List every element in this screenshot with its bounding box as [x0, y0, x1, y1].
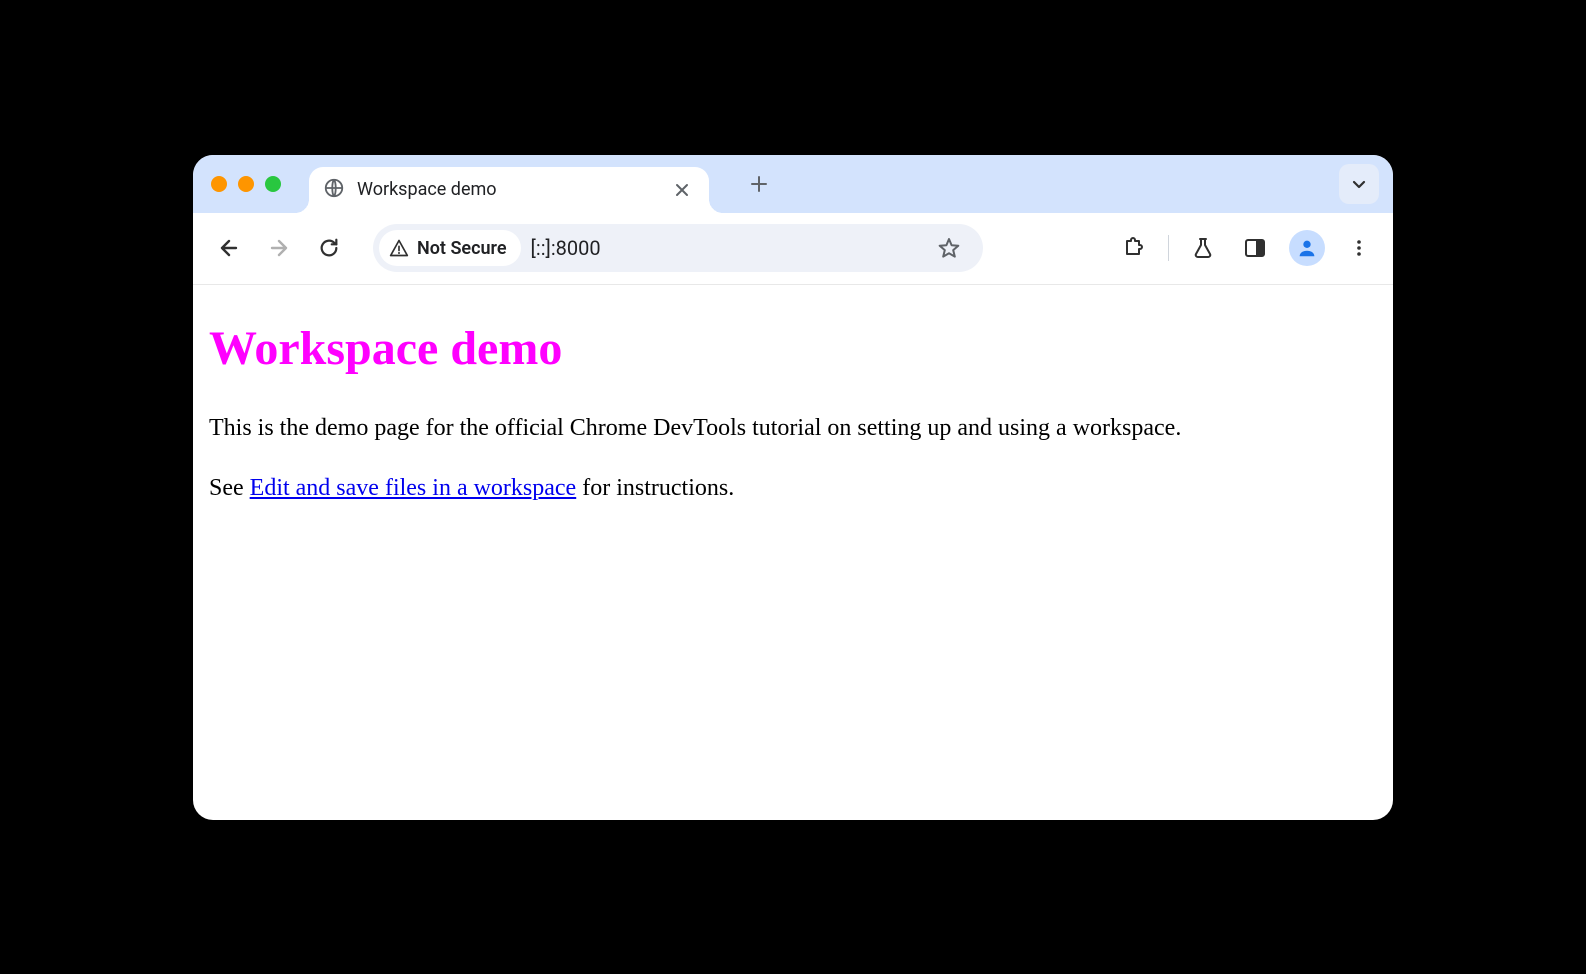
extensions-button[interactable]: [1116, 230, 1152, 266]
chevron-down-icon: [1350, 175, 1368, 193]
address-bar[interactable]: Not Secure [::]:8000: [373, 224, 983, 272]
window-maximize-button[interactable]: [265, 176, 281, 192]
tab-strip: Workspace demo: [193, 155, 1393, 213]
bookmark-button[interactable]: [933, 232, 965, 264]
new-tab-button[interactable]: [741, 166, 777, 202]
url-text: [::]:8000: [531, 236, 601, 260]
close-icon: [674, 182, 690, 198]
instructions-paragraph: See Edit and save files in a workspace f…: [209, 472, 1377, 504]
tab-title: Workspace demo: [357, 179, 659, 200]
star-icon: [937, 236, 961, 260]
reload-button[interactable]: [309, 228, 349, 268]
labs-button[interactable]: [1185, 230, 1221, 266]
tab-search-button[interactable]: [1339, 164, 1379, 204]
side-panel-button[interactable]: [1237, 230, 1273, 266]
puzzle-icon: [1122, 236, 1146, 260]
page-content: Workspace demo This is the demo page for…: [193, 285, 1393, 820]
panel-icon: [1243, 236, 1267, 260]
toolbar: Not Secure [::]:8000: [193, 213, 1393, 285]
text-before-link: See: [209, 475, 250, 501]
toolbar-separator: [1168, 235, 1169, 261]
close-tab-button[interactable]: [671, 179, 693, 201]
intro-paragraph: This is the demo page for the official C…: [209, 412, 1377, 444]
profile-button[interactable]: [1289, 230, 1325, 266]
browser-tab[interactable]: Workspace demo: [309, 167, 709, 213]
arrow-left-icon: [217, 236, 241, 260]
person-icon: [1296, 237, 1318, 259]
plus-icon: [750, 175, 768, 193]
globe-icon: [323, 177, 345, 203]
kebab-icon: [1349, 238, 1369, 258]
forward-button[interactable]: [259, 228, 299, 268]
security-chip[interactable]: Not Secure: [379, 230, 521, 266]
arrow-right-icon: [267, 236, 291, 260]
tutorial-link[interactable]: Edit and save files in a workspace: [250, 475, 577, 501]
window-close-button[interactable]: [211, 176, 227, 192]
toolbar-actions: [1116, 230, 1377, 266]
back-button[interactable]: [209, 228, 249, 268]
window-controls: [211, 176, 281, 192]
browser-window: Workspace demo Not Secure [::]:8000: [193, 155, 1393, 820]
page-heading: Workspace demo: [209, 321, 1377, 376]
security-label: Not Secure: [417, 238, 507, 259]
menu-button[interactable]: [1341, 230, 1377, 266]
reload-icon: [318, 237, 340, 259]
warning-icon: [389, 238, 409, 258]
flask-icon: [1191, 236, 1215, 260]
window-minimize-button[interactable]: [238, 176, 254, 192]
text-after-link: for instructions.: [576, 475, 734, 501]
